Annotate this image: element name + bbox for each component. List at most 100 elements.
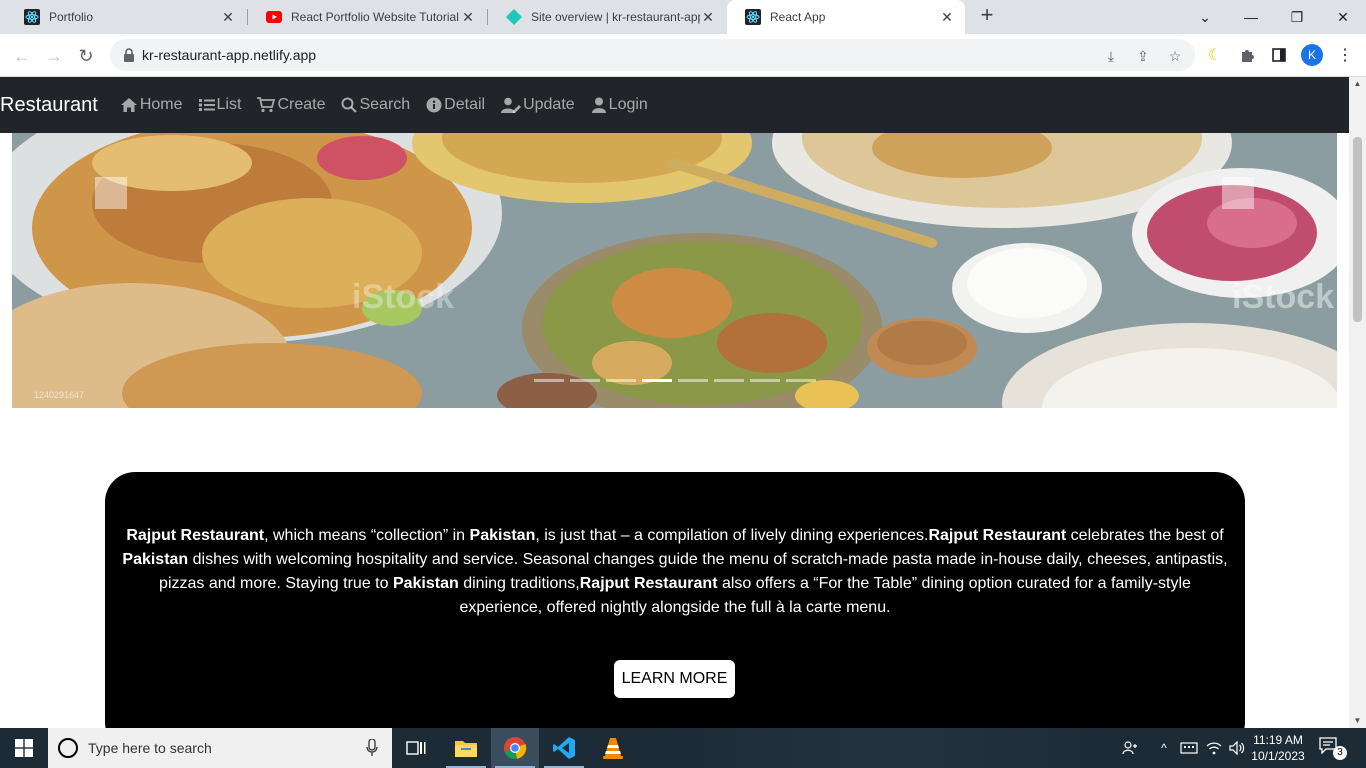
image-code-text: 1240291647 [34,390,84,400]
react-icon [24,9,40,25]
home-icon [120,98,137,112]
notification-count-badge: 3 [1333,746,1347,760]
scroll-up-arrow-icon[interactable]: ▲ [1349,77,1366,91]
lock-icon [124,48,134,62]
nav-update-label: Update [523,96,575,113]
tab-netlify[interactable]: Site overview | kr-restaurant-app ✕ [488,0,726,34]
share-icon[interactable]: ⇪ [1134,47,1152,65]
watermark-text: iStock [352,278,454,316]
nav-update[interactable]: Update [501,96,575,114]
browser-tab-strip: Portfolio ✕ React Portfolio Website Tuto… [0,0,1366,34]
taskbar-search-input[interactable]: Type here to search [48,728,392,768]
taskbar-search-placeholder: Type here to search [88,740,212,756]
window-close-icon[interactable]: ✕ [1320,0,1366,34]
people-icon[interactable] [1118,728,1142,768]
wifi-icon[interactable] [1203,728,1225,768]
nav-search[interactable]: Search [341,96,410,114]
nav-detail-label: Detail [444,96,486,113]
nav-create-label: Create [277,96,326,113]
extensions-puzzle-icon[interactable] [1237,45,1257,65]
close-icon[interactable]: ✕ [220,9,236,26]
food-photo: iStock iStock 1240291647 [12,133,1337,408]
minimize-icon[interactable]: — [1228,0,1274,34]
keyboard-lang-icon[interactable] [1178,728,1200,768]
about-emphasis: Pakistan [122,551,189,568]
user-edit-icon [501,97,522,113]
restore-icon[interactable]: ❐ [1274,0,1320,34]
bookmark-star-icon[interactable]: ☆ [1166,47,1184,65]
action-center-icon[interactable]: 3 [1318,736,1348,760]
about-emphasis: Rajput Restaurant [579,575,718,592]
tab-title: React Portfolio Website Tutorial [291,10,459,24]
address-bar[interactable]: kr-restaurant-app.netlify.app ⤓ ⇪ ☆ [110,39,1195,71]
profile-avatar[interactable]: K [1301,44,1323,66]
nav-home[interactable]: Home [120,96,183,114]
volume-icon[interactable] [1226,728,1248,768]
side-panel-icon[interactable] [1269,45,1289,65]
reload-icon[interactable]: ↻ [74,44,98,68]
new-tab-plus-icon[interactable]: + [976,4,998,27]
youtube-icon [266,9,282,25]
microphone-icon[interactable] [366,739,378,757]
about-text-segment: celebrates the best of [1066,527,1224,544]
carousel-indicator[interactable] [606,379,636,382]
tab-search-chevron-icon[interactable]: ⌄ [1182,0,1228,34]
carousel-prev-button[interactable] [95,177,127,209]
tab-portfolio[interactable]: Portfolio ✕ [6,0,246,34]
close-icon[interactable]: ✕ [700,9,716,26]
about-emphasis: Rajput Restaurant [928,527,1067,544]
nav-home-label: Home [139,96,183,113]
carousel-indicator[interactable] [750,379,780,382]
about-text-segment: dining traditions, [458,575,580,592]
about-emphasis: Rajput Restaurant [126,527,265,544]
user-icon [591,97,606,113]
page-scrollbar[interactable]: ▲ ▼ [1349,77,1366,728]
tab-react-app[interactable]: React App ✕ [727,0,965,34]
carousel-indicator[interactable] [786,379,816,382]
about-emphasis: Pakistan [469,527,536,544]
about-section: Rajput Restaurant, which means “collecti… [105,472,1245,728]
carousel-indicator[interactable] [570,379,600,382]
nav-list[interactable]: List [198,96,242,114]
carousel-indicator[interactable] [642,379,672,382]
nav-create[interactable]: Create [257,96,325,114]
close-icon[interactable]: ✕ [460,9,476,26]
nav-login[interactable]: Login [591,96,648,114]
info-icon [426,97,442,113]
system-clock[interactable]: 11:19 AM 10/1/2023 [1248,732,1308,764]
tray-chevron-up-icon[interactable]: ^ [1154,728,1174,768]
carousel-next-button[interactable] [1222,177,1254,209]
carousel-indicators [534,379,822,382]
navbar-brand[interactable]: Restaurant [0,94,98,117]
forward-arrow-icon[interactable]: → [42,44,66,68]
list-icon [198,99,215,111]
nav-list-label: List [216,96,242,113]
about-emphasis: Pakistan [392,575,459,592]
task-view-icon[interactable] [392,728,440,768]
nav-search-label: Search [359,96,411,113]
app-navbar: Restaurant Home List Create Search Detai… [0,77,1349,133]
carousel-indicator[interactable] [678,379,708,382]
install-icon[interactable]: ⤓ [1102,47,1120,65]
carousel-indicator[interactable] [714,379,744,382]
tab-youtube[interactable]: React Portfolio Website Tutorial ✕ [248,0,486,34]
scroll-down-arrow-icon[interactable]: ▼ [1349,714,1366,728]
vscode-icon[interactable] [540,728,588,768]
carousel-indicator[interactable] [534,379,564,382]
moon-extension-icon[interactable]: ☾ [1205,45,1225,65]
close-icon[interactable]: ✕ [939,9,955,26]
vlc-icon[interactable] [589,728,637,768]
chrome-taskbar-icon[interactable] [491,728,539,768]
windows-start-icon[interactable] [0,728,48,768]
about-description: Rajput Restaurant, which means “collecti… [121,524,1229,620]
scrollbar-thumb[interactable] [1353,137,1362,322]
hero-carousel[interactable]: iStock iStock 1240291647 [12,133,1337,408]
about-text-segment: , which means “collection” in [264,527,470,544]
tab-title: Site overview | kr-restaurant-app [531,10,700,24]
file-explorer-icon[interactable] [442,728,490,768]
nav-detail[interactable]: Detail [426,96,485,114]
tab-title: Portfolio [49,10,94,24]
back-arrow-icon[interactable]: ← [10,44,34,68]
learn-more-button[interactable]: LEARN MORE [614,660,735,698]
menu-kebab-icon[interactable]: ⋮ [1335,45,1355,65]
